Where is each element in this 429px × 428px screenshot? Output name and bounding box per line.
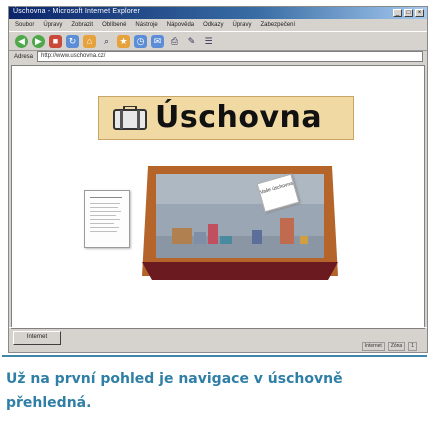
menu-item-tools[interactable]: Nástroje (135, 22, 157, 28)
storage-shelf-image[interactable] (142, 166, 338, 280)
zone-number: 1 (408, 342, 417, 351)
menu-item-favorites[interactable]: Oblíbené (102, 22, 126, 28)
menu-item-security[interactable]: Zabezpečení (260, 22, 295, 28)
menu-item-help[interactable]: Nápověda (167, 22, 194, 28)
stop-icon[interactable]: ■ (49, 34, 62, 48)
window-title: Úschovna - Microsoft Internet Explorer (13, 8, 141, 15)
site-banner[interactable]: Úschovna (98, 96, 354, 140)
document-icon[interactable] (84, 190, 130, 248)
mail-icon[interactable]: ✉ (151, 34, 164, 48)
menu-item-edit[interactable]: Úpravy (43, 22, 62, 28)
toolbar: ◀ ▶ ■ ↻ ⌂ ⌕ ★ ◷ ✉ ⎙ ✎ ☰ (9, 31, 427, 51)
address-bar: Adresa http://www.uschovna.cz/ (9, 50, 427, 63)
window-controls: _ □ × (393, 9, 424, 17)
security-zone: Internet Zóna 1 (361, 342, 417, 351)
menu-item-view[interactable]: Zobrazit (71, 22, 93, 28)
zone-label: Internet (361, 342, 385, 351)
status-bar: Internet Internet Zóna 1 (9, 327, 427, 352)
browser-window: Úschovna - Microsoft Internet Explorer _… (8, 6, 428, 353)
site-title: Úschovna (155, 100, 323, 135)
zone-name: Zóna (387, 342, 406, 351)
minimize-button[interactable]: _ (393, 9, 402, 17)
menu-item-extra[interactable]: Úpravy (232, 22, 251, 28)
caption-divider (2, 355, 427, 357)
forward-icon[interactable]: ▶ (32, 34, 45, 48)
suitcase-icon (113, 106, 147, 130)
page-content: Úschovna Vaše úschovna (11, 65, 425, 329)
history-icon[interactable]: ◷ (134, 34, 147, 48)
close-button[interactable]: × (415, 9, 424, 17)
taskbar-button[interactable]: Internet (13, 331, 61, 345)
favorites-icon[interactable]: ★ (117, 34, 130, 48)
search-icon[interactable]: ⌕ (100, 35, 113, 48)
discuss-icon[interactable]: ☰ (202, 35, 215, 48)
menu-item-links[interactable]: Odkazy (203, 22, 223, 28)
menu-bar: Soubor Úpravy Zobrazit Oblíbené Nástroje… (9, 19, 427, 30)
refresh-icon[interactable]: ↻ (66, 34, 79, 48)
address-label: Adresa (14, 53, 34, 60)
title-bar: Úschovna - Microsoft Internet Explorer _… (9, 7, 427, 19)
home-icon[interactable]: ⌂ (83, 34, 96, 48)
menu-item-file[interactable]: Soubor (15, 22, 34, 28)
figure-caption: Už na první pohled je navigace v úschovn… (6, 371, 343, 411)
back-icon[interactable]: ◀ (15, 34, 28, 48)
address-field[interactable]: http://www.uschovna.cz/ (37, 51, 423, 62)
print-icon[interactable]: ⎙ (168, 35, 181, 48)
maximize-button[interactable]: □ (404, 9, 413, 17)
edit-icon[interactable]: ✎ (185, 35, 198, 48)
